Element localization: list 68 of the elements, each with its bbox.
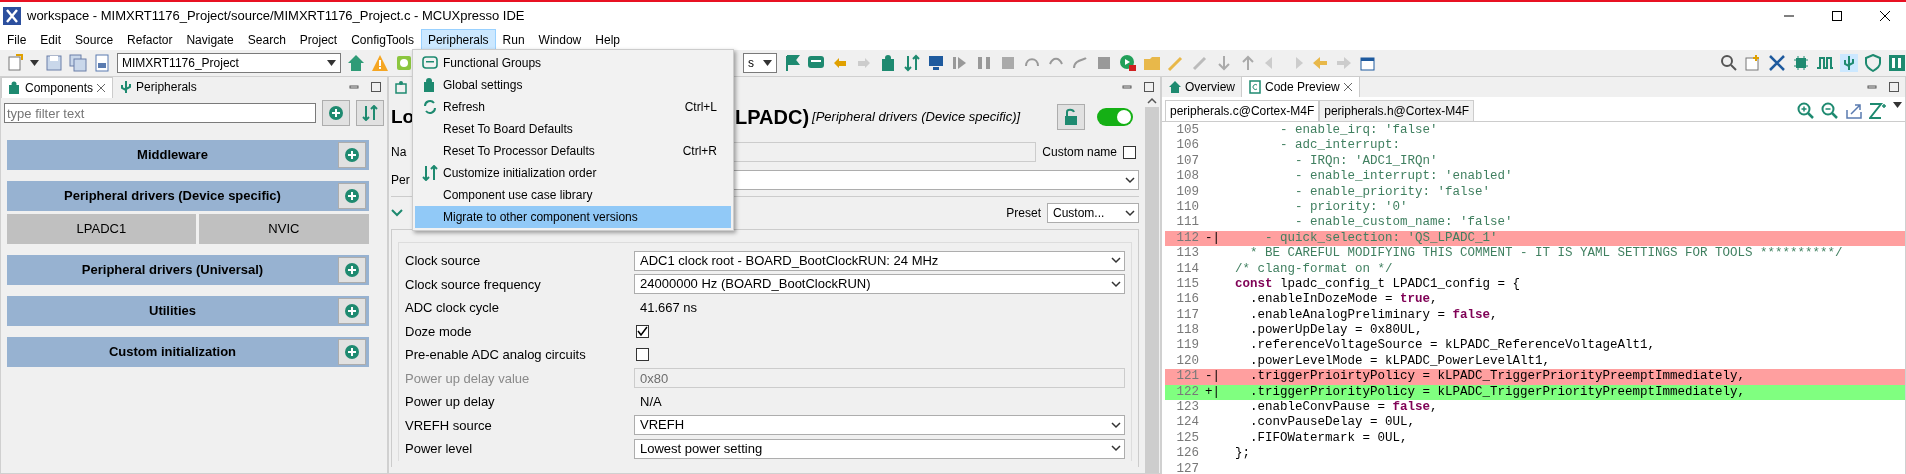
field-label: Custom name: [1042, 144, 1117, 161]
line-number: 121: [1175, 369, 1200, 385]
code-line: };: [1235, 446, 1250, 462]
code-line: .enableConvPause = false,: [1249, 400, 1438, 416]
field-label: Power up delay value: [405, 369, 531, 388]
line-number: 111: [1175, 215, 1200, 231]
line-number: 125: [1175, 430, 1200, 447]
code-line: .triggerPriorityPolicy = kLPADC_TriggerPriorityPreemptImmediately,: [1249, 384, 1746, 401]
field-label: Doze mode: [405, 322, 473, 341]
line-number: 126: [1175, 446, 1200, 462]
code-line: const lpadc_config_t LPADC1_config = {: [1235, 276, 1521, 293]
code-line: .powerUpDelay = 0x80UL,: [1249, 323, 1423, 339]
code-line: .powerLevelMode = kLPADC_PowerLevelAlt1,: [1249, 353, 1551, 370]
field-label: Clock source frequency: [405, 275, 542, 294]
field-label: Per: [391, 172, 410, 189]
field-value: N/A: [639, 393, 662, 411]
line-number: 105: [1175, 123, 1200, 139]
field-label: ADC clock cycle: [405, 299, 500, 317]
line-number: 107: [1175, 153, 1200, 170]
line-number: 123: [1175, 400, 1200, 416]
line-number: 113: [1175, 246, 1200, 262]
code-line: .referenceVoltageSource = kLPADC_ReferenceVoltageAlt1,: [1249, 338, 1656, 354]
line-number: 124: [1175, 415, 1200, 431]
line-number: 119: [1175, 338, 1200, 354]
code-line: - quick_selection: 'QS_LPADC_1': [1264, 230, 1498, 247]
line-number: 127: [1175, 461, 1200, 474]
field-label: Power level: [405, 440, 474, 458]
field-label: Na: [391, 144, 407, 161]
code-line: * BE CAREFUL MODIFYING THIS COMMENT - IT IS YAML SETTINGS FOR TOOLS **********/: [1249, 246, 1843, 262]
field-label: Pre-enable ADC analog circuits: [405, 346, 587, 364]
code-line: .enableAnalogPreliminary = false,: [1249, 307, 1498, 324]
line-number: 117: [1175, 307, 1200, 324]
code-line: .FIFOWatermark = 0UL,: [1249, 430, 1408, 447]
field-label: Clock source: [405, 252, 482, 270]
line-number: 114: [1175, 261, 1200, 277]
window-title: workspace - MIMXRT1176_Project/source/MIMXRT1176_Project.c - MCUXpresso IDE: [27, 7, 526, 26]
line-number: 115: [1175, 276, 1200, 293]
code-line: /* clang-format on */: [1235, 261, 1393, 277]
code-line: - enable_priority: 'false': [1294, 184, 1491, 200]
component-category: [Peripheral drivers (Device specific)]: [812, 108, 1021, 127]
line-number: 108: [1175, 169, 1200, 185]
code-line: - IRQn: 'ADC1_IRQn': [1294, 153, 1438, 170]
code-line: - adc_interrupt:: [1279, 138, 1401, 154]
field-label: Power up delay: [405, 393, 496, 411]
line-number: 116: [1175, 292, 1200, 308]
shortcut-label: Ctrl+R: [682, 143, 717, 160]
code-line: - enable_irq: 'false': [1279, 123, 1438, 139]
code-line: .convPauseDelay = 0UL,: [1249, 415, 1416, 431]
field-value: 41.667 ns: [639, 299, 698, 317]
line-number: 106: [1175, 138, 1200, 154]
field-label: Preset: [1006, 205, 1041, 222]
code-line: .enableInDozeMode = true,: [1249, 292, 1438, 308]
line-number: 122: [1175, 384, 1200, 401]
line-number: 118: [1175, 323, 1200, 339]
line-number: 112: [1175, 230, 1200, 247]
line-number: 109: [1175, 184, 1200, 200]
line-number: 120: [1175, 353, 1200, 370]
code-line: .triggerPrioirtyPolicy = kLPADC_TriggerPriorityPreemptImmediately,: [1249, 369, 1746, 385]
code-line: - enable_interrupt: 'enabled': [1294, 169, 1513, 185]
component-title: LPADC): [735, 105, 810, 130]
diff-marker: +|: [1205, 384, 1221, 401]
shortcut-label: Ctrl+L: [684, 99, 717, 116]
diff-marker: -|: [1205, 230, 1221, 247]
code-line: - priority: '0': [1294, 199, 1408, 216]
line-number: 110: [1175, 199, 1200, 216]
diff-marker: -|: [1205, 369, 1221, 385]
field-label: VREFH source: [405, 416, 493, 435]
code-line: - enable_custom_name: 'false': [1294, 215, 1513, 231]
